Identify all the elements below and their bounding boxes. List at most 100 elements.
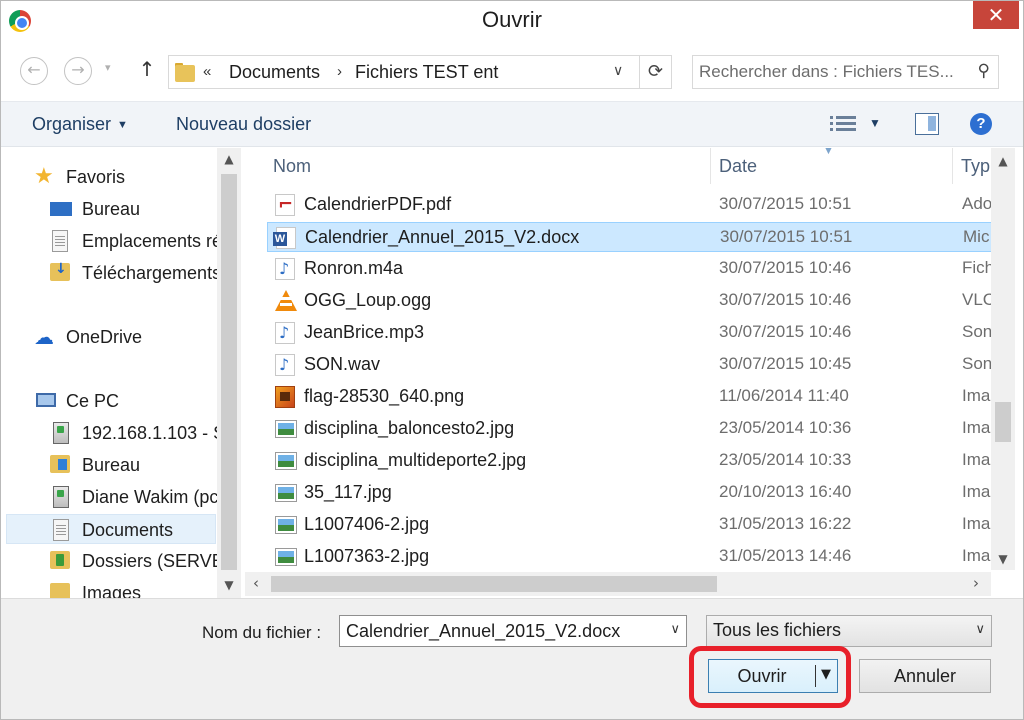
downloads-folder-icon <box>50 261 70 281</box>
file-row[interactable]: 35_117.jpg 20/10/2013 16:40 Ima <box>267 478 997 508</box>
file-name: disciplina_multideporte2.jpg <box>304 450 527 470</box>
nav-network-drive-2[interactable]: Diane Wakim (pc <box>1 482 217 512</box>
image-file-icon <box>275 484 297 502</box>
file-name: disciplina_baloncesto2.jpg <box>304 418 515 438</box>
nav-bureau[interactable]: Bureau <box>1 194 217 224</box>
up-one-level-button[interactable]: ↑ <box>135 57 159 85</box>
file-date: 11/06/2014 11:40 <box>719 386 849 405</box>
dialog-title: Ouvrir <box>482 7 542 32</box>
file-type-select[interactable]: Tous les fichiers ∨ <box>706 615 992 647</box>
recent-locations-dropdown-icon[interactable]: ▾ <box>105 61 111 74</box>
open-file-dialog: Ouvrir ✕ ← → ▾ ↑ « Documents › Fichiers … <box>0 0 1024 720</box>
close-button[interactable]: ✕ <box>973 1 1019 29</box>
scroll-up-icon[interactable]: ▲ <box>991 154 1015 168</box>
cancel-button[interactable]: Annuler <box>859 659 991 693</box>
image-file-icon <box>275 420 297 438</box>
open-button[interactable]: Ouvrir ▼ <box>708 659 838 693</box>
new-folder-button[interactable]: Nouveau dossier <box>176 114 311 135</box>
forward-button[interactable]: → <box>64 57 92 85</box>
scrollbar-thumb[interactable] <box>995 402 1011 442</box>
nav-item-label: Emplacements récents <box>82 231 217 251</box>
scroll-right-icon[interactable]: › <box>973 574 979 592</box>
scroll-left-icon[interactable]: ‹ <box>253 574 259 592</box>
change-view-icon[interactable] <box>830 114 856 134</box>
column-header-name[interactable]: Nom <box>265 148 711 184</box>
file-date: 30/07/2015 10:51 <box>720 227 853 246</box>
nav-favorites[interactable]: ★ Favoris <box>1 162 217 192</box>
nav-documents[interactable]: Documents <box>6 514 216 544</box>
file-list-horizontal-scrollbar[interactable]: ‹ › <box>245 572 991 596</box>
file-type: Son <box>962 322 993 341</box>
filename-label: Nom du fichier : <box>202 623 322 642</box>
address-bar[interactable]: « Documents › Fichiers TEST ent ∨ <box>168 55 640 89</box>
file-row[interactable]: L1007363-2.jpg 31/05/2013 14:46 Ima <box>267 542 997 572</box>
column-date-label: Date <box>719 156 758 176</box>
desktop-folder-icon <box>50 455 70 473</box>
file-type: Ima <box>962 514 991 533</box>
nav-item-label: Bureau <box>82 199 141 219</box>
scrollbar-thumb[interactable] <box>221 174 237 570</box>
file-row[interactable]: disciplina_multideporte2.jpg 23/05/2014 … <box>267 446 997 476</box>
help-icon[interactable]: ? <box>970 113 992 135</box>
file-row[interactable]: L1007406-2.jpg 31/05/2013 16:22 Ima <box>267 510 997 540</box>
chevron-down-icon: ▼ <box>117 119 128 132</box>
chevron-down-icon[interactable]: ∨ <box>670 622 680 637</box>
file-row[interactable]: flag-28530_640.png 11/06/2014 11:40 Ima <box>267 382 997 412</box>
file-row[interactable]: JeanBrice.mp3 30/07/2015 10:46 Son <box>267 318 997 348</box>
file-row-selected[interactable]: Calendrier_Annuel_2015_V2.docx 30/07/201… <box>267 222 997 252</box>
file-date: 30/07/2015 10:51 <box>719 194 852 213</box>
file-date: 31/05/2013 14:46 <box>719 546 852 565</box>
nav-item-label: Documents <box>82 520 174 540</box>
nav-onedrive[interactable]: ☁ OneDrive <box>1 322 217 352</box>
refresh-button[interactable]: ⟳ <box>640 55 672 89</box>
file-row[interactable]: SON.wav 30/07/2015 10:45 Son <box>267 350 997 380</box>
folder-icon <box>175 62 195 82</box>
scrollbar-thumb[interactable] <box>271 576 717 592</box>
word-file-icon <box>273 227 296 249</box>
view-options-dropdown-icon[interactable]: ▼ <box>869 116 881 130</box>
scroll-up-icon[interactable]: ▲ <box>217 152 241 166</box>
open-options-dropdown-icon[interactable]: ▼ <box>821 667 831 682</box>
file-name: L1007363-2.jpg <box>304 546 430 566</box>
nav-pc-bureau[interactable]: Bureau <box>1 450 217 480</box>
scroll-down-icon[interactable]: ▼ <box>217 578 241 592</box>
search-box[interactable]: ⚲ <box>692 55 999 89</box>
back-button[interactable]: ← <box>20 57 48 85</box>
file-row[interactable]: disciplina_baloncesto2.jpg 23/05/2014 10… <box>267 414 997 444</box>
file-date: 30/07/2015 10:46 <box>719 290 852 309</box>
nav-this-pc[interactable]: Ce PC <box>1 386 217 416</box>
search-input[interactable] <box>699 60 961 84</box>
filename-combobox[interactable]: ∨ <box>339 615 687 647</box>
file-name: L1007406-2.jpg <box>304 514 430 534</box>
file-name: 35_117.jpg <box>304 482 392 502</box>
file-list-vertical-scrollbar[interactable]: ▲ ▼ <box>991 148 1015 570</box>
preview-pane-icon[interactable] <box>915 113 939 135</box>
nav-dossiers-serveur[interactable]: Dossiers (SERVEU <box>1 546 217 576</box>
navigation-scrollbar[interactable]: ▲ ▼ <box>217 148 241 598</box>
organize-label: Organiser <box>32 114 112 134</box>
scroll-down-icon[interactable]: ▼ <box>991 552 1015 566</box>
breadcrumb-overflow-icon[interactable]: « <box>203 63 211 80</box>
address-dropdown-icon[interactable]: ∨ <box>613 63 623 79</box>
file-type: Ima <box>962 546 991 565</box>
nav-network-drive-1[interactable]: 192.168.1.103 - Sc <box>1 418 217 448</box>
nav-item-label: Favoris <box>66 167 126 187</box>
file-row[interactable]: CalendrierPDF.pdf 30/07/2015 10:51 Ado <box>267 190 997 220</box>
organize-menu-button[interactable]: Organiser ▼ <box>32 114 128 135</box>
column-header-date[interactable]: Date <box>711 148 953 184</box>
breadcrumb-current-folder[interactable]: Fichiers TEST ent <box>355 62 498 83</box>
nav-images[interactable]: Images <box>1 578 217 598</box>
breadcrumb-separator-icon[interactable]: › <box>337 63 342 80</box>
nav-item-label: Téléchargements <box>82 263 217 283</box>
nav-recent-places[interactable]: Emplacements récents <box>1 226 217 256</box>
documents-icon <box>53 519 69 541</box>
breadcrumb-documents[interactable]: Documents <box>229 62 320 83</box>
file-row[interactable]: Ronron.m4a 30/07/2015 10:46 Fich <box>267 254 997 284</box>
nav-downloads[interactable]: Téléchargements <box>1 258 217 288</box>
file-row[interactable]: OGG_Loup.ogg 30/07/2015 10:46 VLC <box>267 286 997 316</box>
file-name: flag-28530_640.png <box>304 386 465 406</box>
command-bar: Organiser ▼ Nouveau dossier ▼ ? <box>1 101 1023 147</box>
search-icon[interactable]: ⚲ <box>978 61 990 81</box>
pictures-icon <box>50 583 70 598</box>
filename-input[interactable] <box>346 620 658 642</box>
